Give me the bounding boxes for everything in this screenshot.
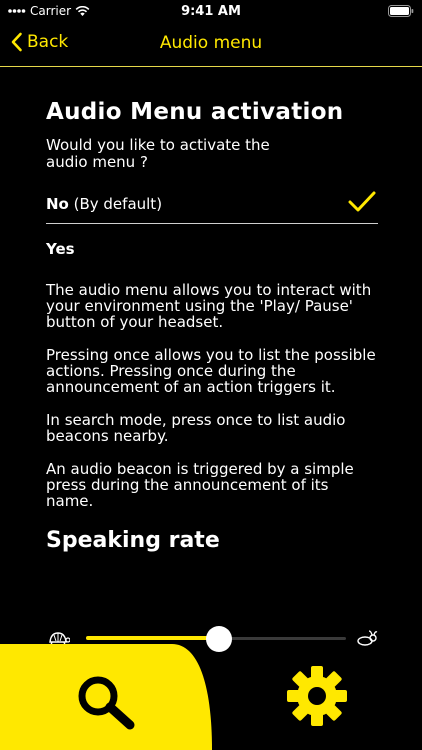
settings-button[interactable] (285, 664, 349, 732)
bottom-bar-background (0, 644, 212, 750)
description-paragraph: An audio beacon is triggered by a simple… (46, 460, 354, 510)
search-button[interactable] (72, 672, 140, 736)
search-icon (78, 676, 135, 730)
chevron-left-icon (11, 32, 22, 52)
gear-icon (287, 666, 347, 726)
option-yes-label: Yes (46, 240, 75, 258)
back-button[interactable]: Back (10, 32, 68, 52)
description-paragraph: In search mode, press once to list audio… (46, 411, 346, 445)
description-paragraph: Pressing once allows you to list the pos… (46, 346, 376, 396)
clock: 9:41 AM (181, 4, 241, 19)
navigation-bar: Back Audio menu (0, 24, 422, 67)
description-paragraph: The audio menu allows you to interact wi… (46, 281, 372, 331)
status-bar: Carrier 9:41 AM (0, 0, 422, 24)
option-no-label: No (By default) (46, 195, 162, 213)
activation-heading: Audio Menu activation (46, 99, 344, 125)
speaking-rate-heading: Speaking rate (46, 528, 220, 553)
option-no-bold: No (46, 195, 69, 213)
option-yes[interactable]: Yes (46, 232, 378, 262)
bottom-bar (0, 644, 422, 750)
slider-fill (86, 636, 219, 640)
option-no-suffix: (By default) (68, 195, 163, 213)
option-no[interactable]: No (By default) (46, 183, 378, 224)
checkmark-icon (348, 191, 376, 212)
back-label: Back (27, 32, 69, 52)
settings-content: Audio Menu activation Would you like to … (46, 66, 378, 556)
activation-question: Would you like to activate the audio men… (46, 136, 270, 171)
battery-icon (388, 5, 414, 20)
